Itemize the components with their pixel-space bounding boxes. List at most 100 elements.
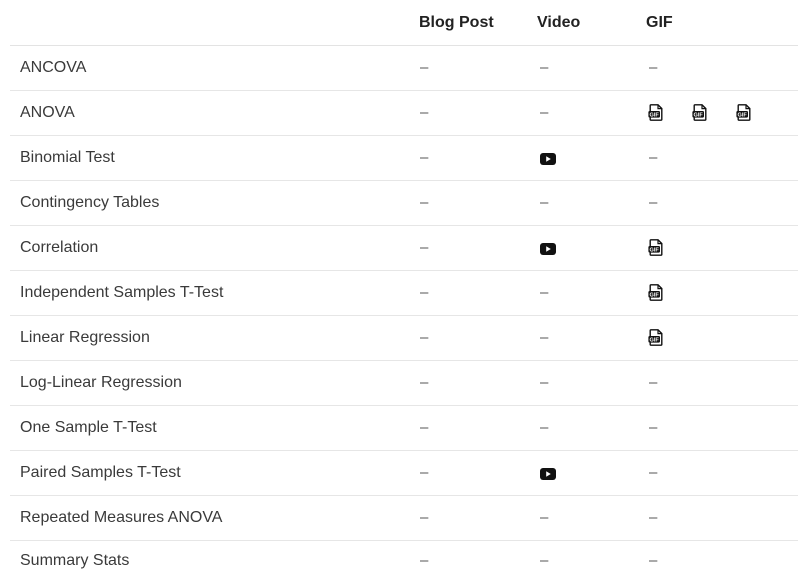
- video-dash: –: [540, 60, 548, 75]
- gif-cell: GIF GIF GIF: [646, 91, 798, 136]
- gif-cell: –: [646, 541, 798, 581]
- resources-table-container: Blog Post Video GIF ANCOVA–––ANOVA––GIFG…: [0, 0, 798, 574]
- video-dash: –: [540, 420, 548, 435]
- blog-post-cell: –: [419, 181, 537, 226]
- gif-dash: –: [649, 195, 657, 210]
- video-dash: –: [540, 330, 548, 345]
- blog-post-cell: –: [419, 541, 537, 581]
- blog-post-dash: –: [420, 330, 428, 345]
- gif-cell: GIF: [646, 226, 798, 271]
- resources-table: Blog Post Video GIF ANCOVA–––ANOVA––GIFG…: [10, 0, 798, 581]
- blog-post-cell: –: [419, 316, 537, 361]
- gif-cell: –: [646, 496, 798, 541]
- table-row: Summary Stats–––: [10, 541, 798, 581]
- video-dash: –: [540, 510, 548, 525]
- blog-post-cell: –: [419, 406, 537, 451]
- table-row: One Sample T-Test–––: [10, 406, 798, 451]
- video-cell: –: [537, 496, 646, 541]
- table-header: Blog Post Video GIF: [10, 0, 798, 46]
- gif-file-icon[interactable]: GIF: [648, 284, 663, 301]
- gif-cell: GIF: [646, 271, 798, 316]
- blog-post-dash: –: [420, 420, 428, 435]
- gif-dash: –: [649, 553, 657, 568]
- test-name: Summary Stats: [10, 541, 419, 581]
- header-video: Video: [537, 0, 646, 46]
- blog-post-dash: –: [420, 240, 428, 255]
- gif-cell: –: [646, 451, 798, 496]
- svg-text:GIF: GIF: [650, 113, 660, 119]
- blog-post-cell: –: [419, 361, 537, 406]
- blog-post-dash: –: [420, 465, 428, 480]
- gif-dash: –: [649, 420, 657, 435]
- video-cell: –: [537, 316, 646, 361]
- gif-file-icon[interactable]: GIF: [648, 239, 663, 256]
- blog-post-cell: –: [419, 136, 537, 181]
- blog-post-dash: –: [420, 195, 428, 210]
- youtube-play-icon[interactable]: [540, 152, 556, 164]
- video-dash: –: [540, 105, 548, 120]
- gif-cell: –: [646, 361, 798, 406]
- youtube-play-icon[interactable]: [540, 467, 556, 479]
- gif-file-icon[interactable]: GIF: [736, 104, 751, 121]
- video-cell: [537, 451, 646, 496]
- blog-post-dash: –: [420, 60, 428, 75]
- gif-dash: –: [649, 375, 657, 390]
- blog-post-dash: –: [420, 510, 428, 525]
- test-name: Independent Samples T-Test: [10, 271, 419, 316]
- test-name: ANCOVA: [10, 46, 419, 91]
- header-gif: GIF: [646, 0, 798, 46]
- blog-post-dash: –: [420, 150, 428, 165]
- blog-post-dash: –: [420, 553, 428, 568]
- table-row: Independent Samples T-Test––GIF: [10, 271, 798, 316]
- blog-post-cell: –: [419, 271, 537, 316]
- video-dash: –: [540, 553, 548, 568]
- gif-file-icon[interactable]: GIF: [648, 329, 663, 346]
- test-name: One Sample T-Test: [10, 406, 419, 451]
- svg-text:GIF: GIF: [738, 113, 748, 119]
- video-cell: –: [537, 271, 646, 316]
- table-row: ANOVA––GIFGIFGIF: [10, 91, 798, 136]
- gif-dash: –: [649, 510, 657, 525]
- blog-post-dash: –: [420, 375, 428, 390]
- header-name: [10, 0, 419, 46]
- gif-cell: –: [646, 136, 798, 181]
- table-row: Repeated Measures ANOVA–––: [10, 496, 798, 541]
- test-name: Log-Linear Regression: [10, 361, 419, 406]
- test-name: Contingency Tables: [10, 181, 419, 226]
- gif-cell: –: [646, 46, 798, 91]
- test-name: ANOVA: [10, 91, 419, 136]
- gif-dash: –: [649, 465, 657, 480]
- gif-dash: –: [649, 150, 657, 165]
- table-body: ANCOVA–––ANOVA––GIFGIFGIFBinomial Test––…: [10, 46, 798, 581]
- svg-text:GIF: GIF: [650, 338, 660, 344]
- blog-post-cell: –: [419, 91, 537, 136]
- table-row: Correlation–GIF: [10, 226, 798, 271]
- video-dash: –: [540, 195, 548, 210]
- video-cell: [537, 226, 646, 271]
- test-name: Paired Samples T-Test: [10, 451, 419, 496]
- table-row: Binomial Test––: [10, 136, 798, 181]
- blog-post-dash: –: [420, 285, 428, 300]
- gif-dash: –: [649, 60, 657, 75]
- blog-post-cell: –: [419, 226, 537, 271]
- table-row: Paired Samples T-Test––: [10, 451, 798, 496]
- video-cell: –: [537, 181, 646, 226]
- blog-post-cell: –: [419, 496, 537, 541]
- header-blog-post: Blog Post: [419, 0, 537, 46]
- video-dash: –: [540, 375, 548, 390]
- table-row: Linear Regression––GIF: [10, 316, 798, 361]
- table-row: Contingency Tables–––: [10, 181, 798, 226]
- table-row: ANCOVA–––: [10, 46, 798, 91]
- gif-file-icon[interactable]: GIF: [692, 104, 707, 121]
- gif-file-icon[interactable]: GIF: [648, 104, 663, 121]
- test-name: Linear Regression: [10, 316, 419, 361]
- svg-text:GIF: GIF: [650, 293, 660, 299]
- video-cell: –: [537, 406, 646, 451]
- video-dash: –: [540, 285, 548, 300]
- video-cell: –: [537, 541, 646, 581]
- video-cell: [537, 136, 646, 181]
- video-cell: –: [537, 46, 646, 91]
- video-cell: –: [537, 361, 646, 406]
- svg-text:GIF: GIF: [694, 113, 704, 119]
- youtube-play-icon[interactable]: [540, 242, 556, 254]
